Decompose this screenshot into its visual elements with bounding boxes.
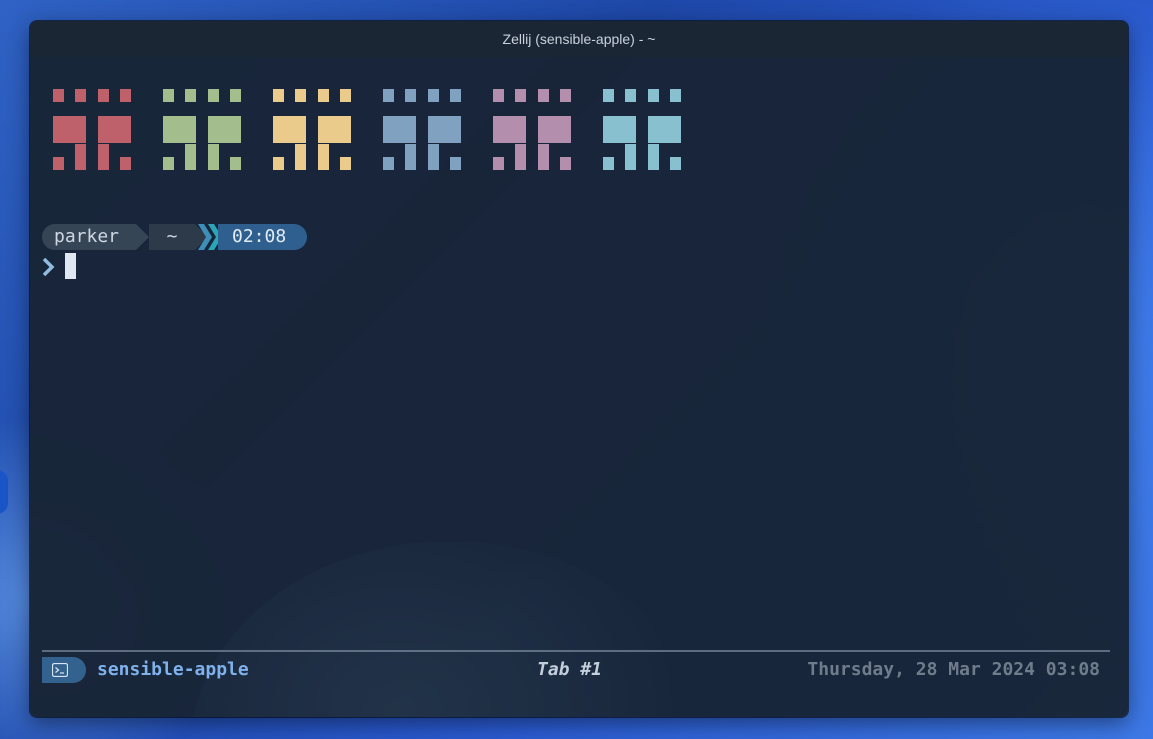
art-pixel	[383, 116, 405, 143]
art-pixel	[493, 157, 504, 170]
art-pixel	[273, 89, 284, 102]
art-pixel	[295, 116, 306, 143]
art-pixel	[230, 89, 241, 102]
art-pixel	[208, 116, 219, 143]
art-pixel	[185, 89, 196, 102]
art-pixel	[383, 157, 394, 170]
art-pixel	[405, 89, 416, 102]
session-mode-indicator	[42, 657, 86, 683]
art-pixel	[493, 89, 504, 102]
art-pixel	[493, 116, 515, 143]
prompt-separator-icon	[136, 224, 149, 250]
terminal-icon	[52, 663, 68, 677]
art-pixel	[318, 89, 329, 102]
pixel-art-row	[30, 89, 1128, 173]
art-pixel	[75, 89, 86, 102]
prompt-time: 02:08	[218, 224, 307, 250]
pixel-space-invader-icon	[603, 89, 681, 171]
art-pixel	[428, 144, 439, 170]
art-pixel	[450, 157, 461, 170]
prompt-user: parker	[42, 224, 136, 250]
art-pixel	[329, 116, 351, 143]
art-pixel	[428, 116, 439, 143]
art-pixel	[515, 89, 526, 102]
art-pixel	[340, 89, 351, 102]
art-pixel	[625, 89, 636, 102]
window-title: Zellij (sensible-apple) - ~	[502, 31, 656, 47]
art-pixel	[120, 89, 131, 102]
art-pixel	[659, 116, 681, 143]
art-pixel	[208, 144, 219, 170]
terminal-content[interactable]: parker ~ 02:08 sensible-apple Tab #1 Thu…	[30, 57, 1128, 717]
art-pixel	[120, 157, 131, 170]
art-pixel	[75, 116, 86, 143]
art-pixel	[318, 144, 329, 170]
art-pixel	[538, 89, 549, 102]
art-pixel	[53, 89, 64, 102]
art-pixel	[625, 116, 636, 143]
art-pixel	[560, 89, 571, 102]
art-pixel	[670, 89, 681, 102]
art-pixel	[53, 157, 64, 170]
art-pixel	[340, 157, 351, 170]
art-pixel	[273, 116, 295, 143]
art-pixel	[439, 116, 461, 143]
pixel-space-invader-icon	[383, 89, 461, 171]
art-pixel	[670, 157, 681, 170]
art-pixel	[648, 89, 659, 102]
art-pixel	[230, 157, 241, 170]
art-pixel	[98, 144, 109, 170]
art-pixel	[208, 89, 219, 102]
tab-label[interactable]: Tab #1	[537, 656, 602, 684]
art-pixel	[515, 116, 526, 143]
art-pixel	[405, 144, 416, 170]
desktop-widget-edge	[0, 470, 8, 514]
art-pixel	[603, 157, 614, 170]
art-pixel	[648, 144, 659, 170]
art-pixel	[318, 116, 329, 143]
prompt-directory: ~	[149, 224, 195, 250]
art-pixel	[98, 116, 109, 143]
art-pixel	[295, 89, 306, 102]
art-pixel	[625, 144, 636, 170]
terminal-window[interactable]: Zellij (sensible-apple) - ~ parker ~ 02:…	[30, 21, 1128, 717]
art-pixel	[295, 144, 306, 170]
art-pixel	[163, 116, 185, 143]
window-titlebar[interactable]: Zellij (sensible-apple) - ~	[30, 21, 1128, 57]
art-pixel	[219, 116, 241, 143]
pixel-space-invader-icon	[53, 89, 131, 171]
art-pixel	[538, 116, 549, 143]
art-pixel	[383, 89, 394, 102]
zellij-status-bar: sensible-apple Tab #1 Thursday, 28 Mar 2…	[42, 656, 1100, 684]
session-name: sensible-apple	[97, 659, 249, 680]
pixel-space-invader-icon	[493, 89, 571, 171]
art-pixel	[163, 157, 174, 170]
art-pixel	[185, 116, 196, 143]
art-pixel	[648, 116, 659, 143]
art-pixel	[428, 89, 439, 102]
status-datetime: Thursday, 28 Mar 2024 03:08	[807, 659, 1100, 680]
pixel-space-invader-icon	[273, 89, 351, 171]
art-pixel	[538, 144, 549, 170]
art-pixel	[450, 89, 461, 102]
art-pixel	[560, 157, 571, 170]
art-pixel	[405, 116, 416, 143]
art-pixel	[603, 89, 614, 102]
art-pixel	[98, 89, 109, 102]
chevron-right-icon	[42, 257, 55, 277]
art-pixel	[603, 116, 625, 143]
art-pixel	[163, 89, 174, 102]
art-pixel	[515, 144, 526, 170]
art-pixel	[75, 144, 86, 170]
statusbar-divider	[42, 650, 1110, 652]
pixel-space-invader-icon	[163, 89, 241, 171]
art-pixel	[185, 144, 196, 170]
text-cursor	[65, 253, 76, 279]
art-pixel	[109, 116, 131, 143]
art-pixel	[53, 116, 75, 143]
art-pixel	[273, 157, 284, 170]
art-pixel	[549, 116, 571, 143]
